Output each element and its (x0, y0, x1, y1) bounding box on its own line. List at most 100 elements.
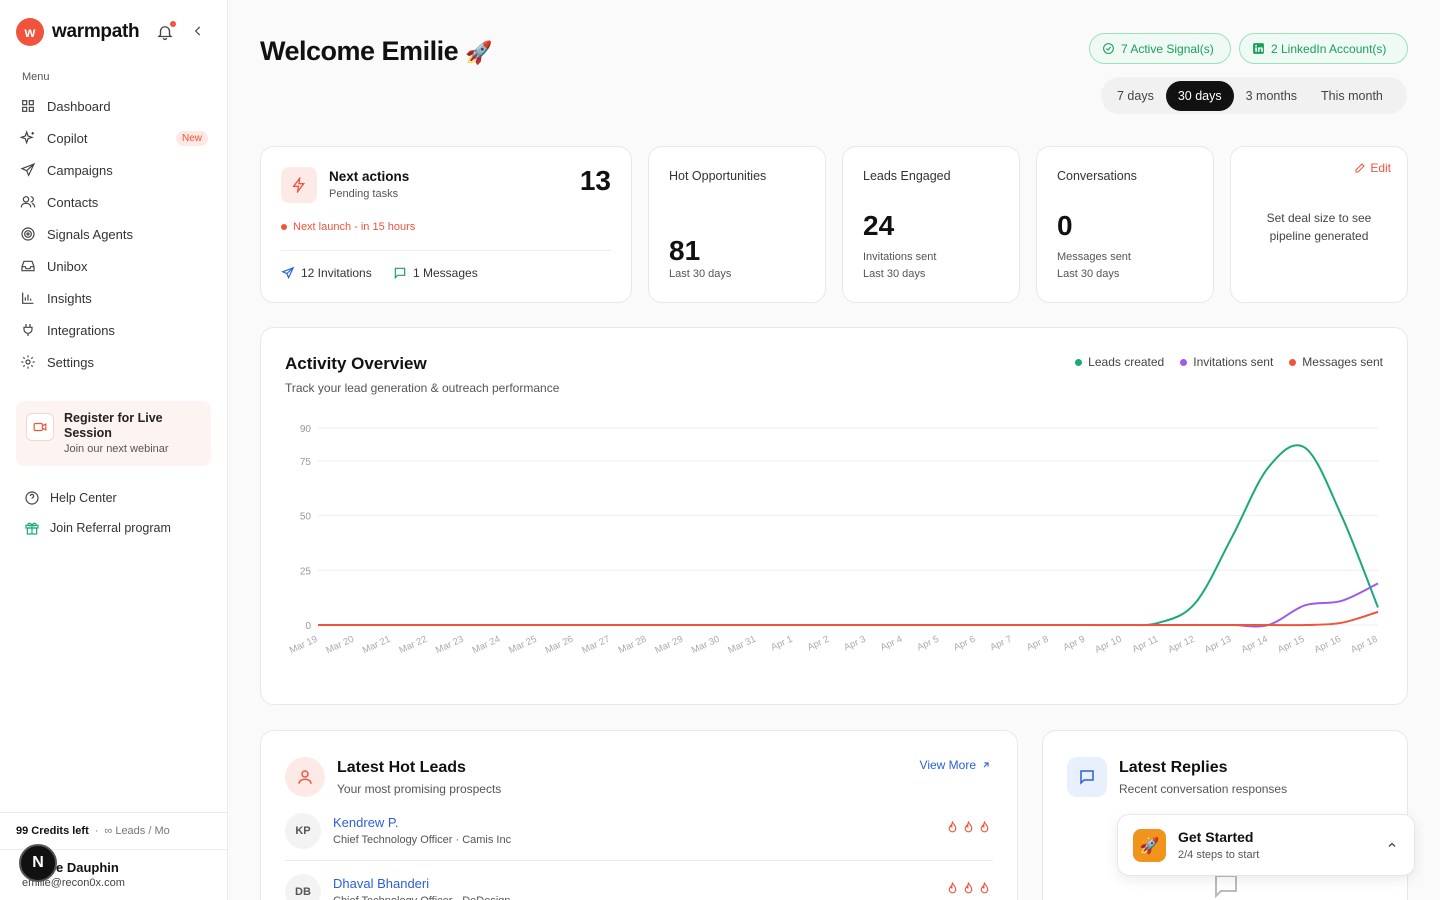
sidebar-item-copilot[interactable]: Copilot New (12, 122, 216, 154)
range-7-days[interactable]: 7 days (1105, 81, 1166, 111)
view-more-link[interactable]: View More (920, 758, 991, 772)
flame-icon (980, 882, 989, 894)
get-started-widget[interactable]: 🚀 Get Started 2/4 steps to start (1117, 814, 1415, 876)
help-center-link[interactable]: Help Center (24, 490, 117, 506)
legend-dot (1075, 358, 1083, 366)
legend-messages-sent[interactable]: Messages sent (1289, 355, 1383, 369)
activity-line-chart[interactable]: 0 25 50 75 90 Mar 19 Mar 20 Mar 21 Mar 22 Mar 23 M… (261, 408, 1407, 668)
check-circle-icon (1103, 43, 1114, 54)
flame-icon (980, 821, 989, 833)
edit-button[interactable]: Edit (1354, 161, 1391, 175)
pending-tasks-count: 13 (579, 165, 611, 196)
messages-count[interactable]: 1 Messages (393, 266, 478, 280)
y-tick-label: 75 (300, 457, 312, 468)
notification-dot (170, 21, 176, 27)
table-row[interactable]: DB Dhaval Bhanderi Chief Technology Offi… (285, 862, 993, 900)
stat-period: Last 30 days (863, 268, 926, 280)
x-tick-label: Mar 21 (361, 634, 392, 656)
gear-icon (21, 355, 35, 369)
x-tick-label: Apr 2 (806, 634, 831, 654)
chart-title: Activity Overview (285, 354, 427, 373)
sidebar-item-label: Copilot (47, 130, 88, 146)
page-title: Welcome Emilie 🚀 (260, 36, 493, 67)
x-tick-label: Mar 28 (617, 634, 648, 656)
user-icon (285, 757, 325, 797)
x-tick-label: Mar 27 (580, 634, 611, 656)
gift-icon (25, 522, 39, 535)
sidebar-item-contacts[interactable]: Contacts (12, 186, 216, 218)
invitations-label: 12 Invitations (301, 266, 372, 280)
chevron-left-icon[interactable] (191, 24, 205, 38)
sidebar-item-campaigns[interactable]: Campaigns (12, 154, 216, 186)
chevron-up-icon[interactable] (1386, 839, 1398, 851)
arrow-up-right-icon (983, 762, 989, 768)
webinar-title: Register for Live Session (64, 411, 163, 440)
sidebar-item-insights[interactable]: Insights (12, 282, 216, 314)
x-tick-label: Apr 9 (1062, 634, 1087, 654)
lead-role: Chief Technology Officer · Camis Inc (333, 834, 512, 846)
legend-invitations-sent[interactable]: Invitations sent (1180, 355, 1273, 369)
x-tick-label: Mar 29 (653, 634, 684, 656)
flame-icon (948, 882, 957, 894)
referral-link[interactable]: Join Referral program (24, 520, 171, 536)
x-tick-label: Apr 18 (1349, 634, 1379, 656)
y-tick-label: 50 (300, 512, 312, 523)
series-line-invitations-sent (318, 582, 1379, 628)
brand[interactable]: w warmpath (16, 18, 140, 46)
x-tick-label: Mar 30 (690, 634, 721, 656)
sidebar-item-signals-agents[interactable]: Signals Agents (12, 218, 216, 250)
legend-leads-created[interactable]: Leads created (1075, 355, 1164, 369)
legend-dot (1289, 358, 1297, 366)
video-icon (26, 413, 54, 441)
sidebar-item-settings[interactable]: Settings (12, 346, 216, 378)
next-launch-label: Next launch - in 15 hours (293, 221, 416, 233)
sidebar-item-label: Dashboard (47, 98, 111, 114)
conversations-card[interactable]: Conversations 0 Messages sent Last 30 da… (1036, 146, 1214, 303)
range-30-days[interactable]: 30 days (1165, 80, 1234, 111)
legend-dot (1180, 358, 1188, 366)
help-circle-icon (25, 491, 39, 505)
sidebar-item-unibox[interactable]: Unibox (12, 250, 216, 282)
lightning-icon (281, 167, 317, 203)
sidebar-item-integrations[interactable]: Integrations (12, 314, 216, 346)
hotness-rating (946, 882, 991, 895)
status-dot (281, 224, 287, 230)
leads-engaged-card[interactable]: Leads Engaged 24 Invitations sent Last 3… (842, 146, 1020, 303)
message-square-icon (1067, 757, 1107, 797)
user-name[interactable]: e Dauphin (56, 860, 119, 875)
range-3-months[interactable]: 3 months (1234, 81, 1309, 111)
plug-icon (23, 324, 33, 336)
webinar-card[interactable]: Register for Live Session Join our next … (16, 401, 211, 466)
next-launch: Next launch - in 15 hours (281, 221, 415, 233)
sidebar-item-label: Insights (47, 290, 92, 306)
get-started-title: Get Started (1178, 829, 1254, 845)
hot-opportunities-card[interactable]: Hot Opportunities 81 Last 30 days (648, 146, 826, 303)
next-actions-card[interactable]: Next actions Pending tasks 13 Next launc… (260, 146, 632, 303)
lead-name[interactable]: Kendrew P. (333, 815, 399, 830)
avatar: DB (285, 874, 321, 900)
lead-name[interactable]: Dhaval Bhanderi (333, 876, 429, 891)
stat-subtitle: Messages sent (1057, 251, 1131, 263)
series-line-leads-created (318, 444, 1379, 627)
flame-icon (964, 882, 973, 894)
x-tick-label: Mar 22 (397, 634, 428, 656)
divider (281, 250, 611, 251)
activity-overview-card: Activity Overview Track your lead genera… (260, 327, 1408, 705)
avatar[interactable]: N (19, 844, 57, 882)
x-tick-label: Mar 24 (471, 634, 502, 656)
sidebar-item-label: Contacts (47, 194, 99, 210)
stat-value: 24 (863, 210, 895, 241)
leads-quota: ∞ Leads / Mo (104, 825, 170, 837)
range-this-month[interactable]: This month (1309, 81, 1395, 111)
linkedin-accounts-pill[interactable]: 2 LinkedIn Account(s) (1239, 33, 1408, 64)
credits-left: 99 Credits left (16, 825, 89, 837)
invitations-count[interactable]: 12 Invitations (281, 266, 372, 280)
x-tick-label: Apr 5 (915, 634, 940, 654)
series-line-messages-sent (318, 610, 1379, 627)
table-row[interactable]: KP Kendrew P. Chief Technology Officer ·… (285, 801, 993, 861)
active-signals-pill[interactable]: 7 Active Signal(s) (1089, 33, 1231, 64)
stat-title: Conversations (1057, 169, 1137, 183)
stat-period: Last 30 days (1057, 268, 1120, 280)
x-tick-label: Apr 8 (1025, 634, 1050, 654)
sidebar-item-dashboard[interactable]: Dashboard (12, 90, 216, 122)
